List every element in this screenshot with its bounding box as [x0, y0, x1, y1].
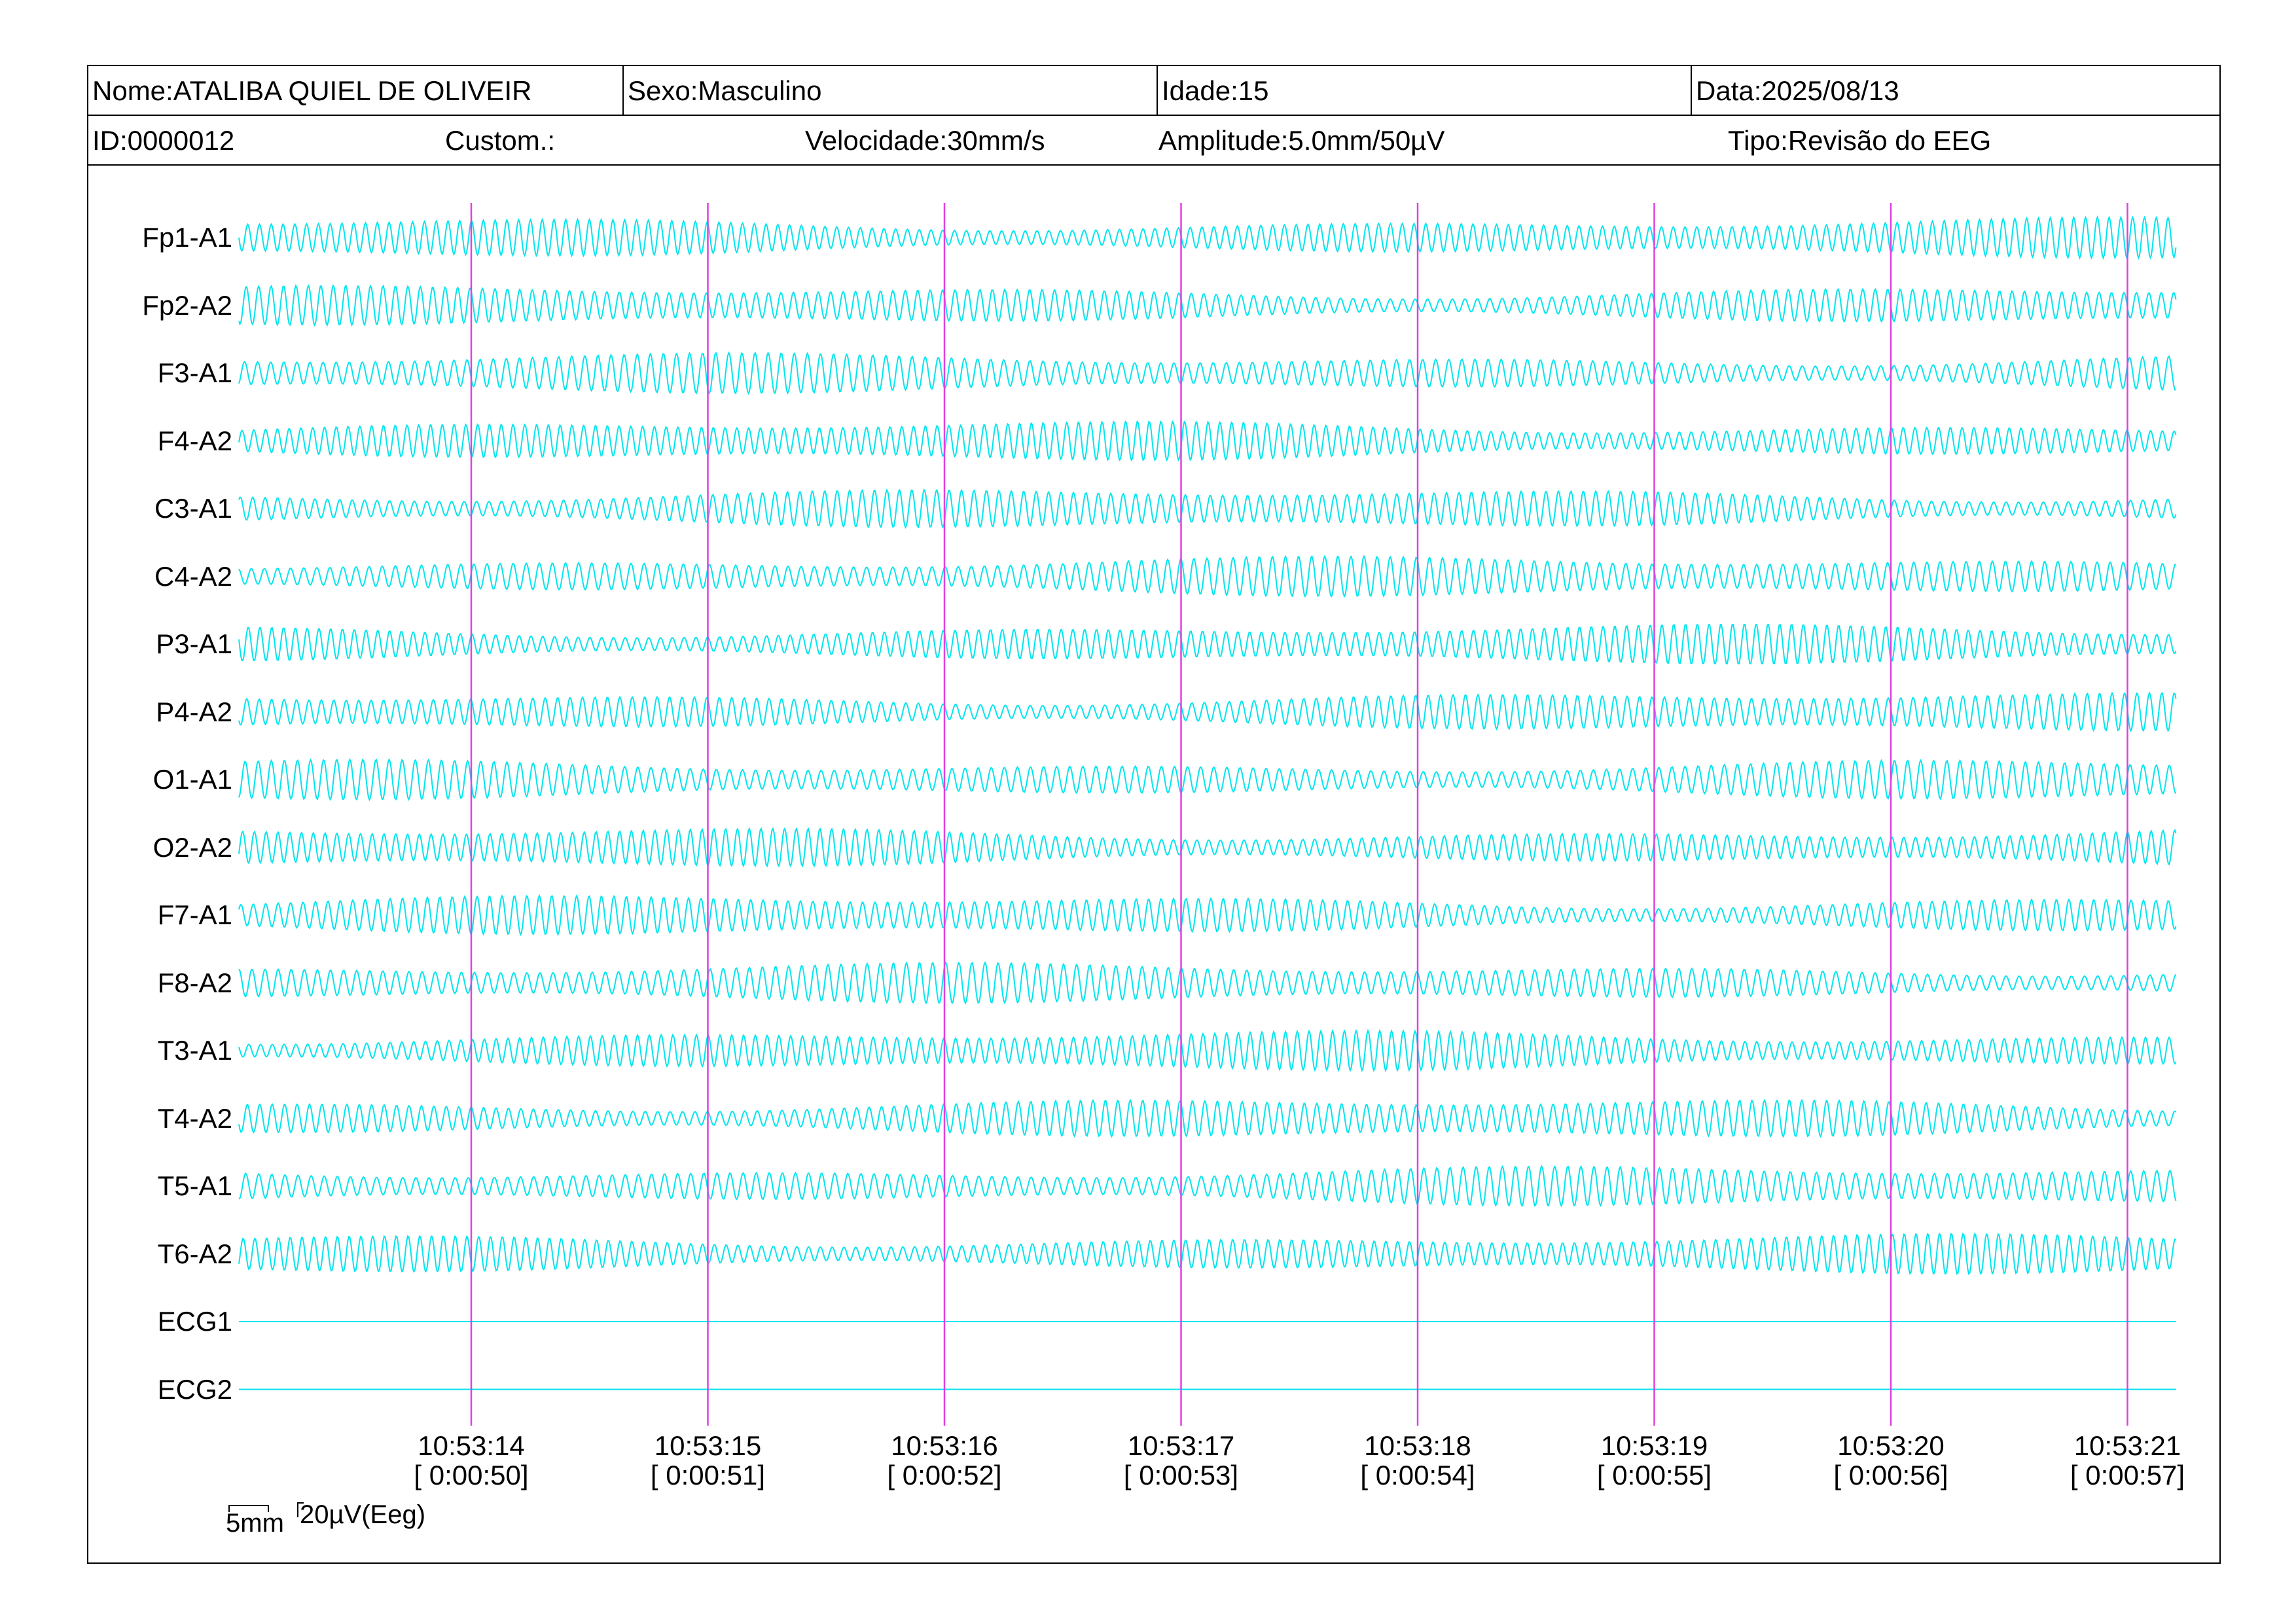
channel-trace — [238, 1233, 2177, 1275]
channel-label: T6-A2 — [157, 1238, 232, 1269]
channel-label: Fp2-A2 — [142, 289, 232, 321]
channel-label: O2-A2 — [152, 831, 232, 863]
marker-elapsed: [ 0:00:56] — [1833, 1460, 1948, 1490]
channel-trace — [238, 488, 2177, 529]
channel-label: ECG1 — [157, 1306, 232, 1337]
channel-label: F3-A1 — [157, 357, 232, 388]
channel-trace — [238, 691, 2177, 732]
channel-label: P3-A1 — [156, 628, 232, 659]
amplitude-scale-bar: 20µV(Eeg) — [300, 1500, 425, 1530]
channel-label: F8-A2 — [157, 967, 232, 998]
channel-label: O1-A1 — [152, 764, 232, 795]
channel-label: P4-A2 — [156, 696, 232, 727]
channel-label: T4-A2 — [157, 1102, 232, 1134]
channel-trace — [238, 757, 2177, 802]
marker-time: 10:53:17 — [1127, 1430, 1235, 1461]
channel-label: ECG2 — [157, 1373, 232, 1405]
channel-trace — [238, 1098, 2177, 1138]
channel-label: T3-A1 — [157, 1035, 232, 1066]
channel-trace — [238, 893, 2177, 937]
channel-label: C4-A2 — [154, 560, 232, 592]
marker-elapsed: [ 0:00:55] — [1596, 1460, 1712, 1490]
marker-time: 10:53:21 — [2073, 1430, 2181, 1461]
marker-elapsed: [ 0:00:51] — [650, 1460, 766, 1490]
marker-time: 10:53:15 — [654, 1430, 762, 1461]
channel-label: F7-A1 — [157, 899, 232, 930]
marker-elapsed: [ 0:00:54] — [1360, 1460, 1475, 1490]
marker-elapsed: [ 0:00:52] — [887, 1460, 1002, 1490]
time-scale-bar: 5mm — [226, 1509, 284, 1538]
channel-label: C3-A1 — [154, 493, 232, 524]
marker-elapsed: [ 0:00:53] — [1123, 1460, 1239, 1490]
marker-time: 10:53:18 — [1364, 1430, 1471, 1461]
eeg-waveforms — [228, 203, 2177, 1517]
channel-label: Fp1-A1 — [142, 222, 232, 253]
channel-trace — [238, 1028, 2177, 1073]
channel-trace — [238, 215, 2177, 260]
channel-trace — [238, 283, 2177, 327]
marker-elapsed: [ 0:00:50] — [414, 1460, 529, 1490]
channel-label: T5-A1 — [157, 1170, 232, 1201]
time-scale-label: 5mm — [226, 1509, 284, 1538]
channel-trace — [238, 1164, 2177, 1208]
marker-time: 10:53:19 — [1600, 1430, 1708, 1461]
channel-trace — [238, 351, 2176, 395]
marker-time: 10:53:16 — [891, 1430, 998, 1461]
channel-trace — [238, 420, 2177, 462]
channel-label: F4-A2 — [157, 425, 232, 456]
marker-time: 10:53:14 — [418, 1430, 525, 1461]
amplitude-scale-label: 20µV(Eeg) — [300, 1500, 426, 1529]
channel-trace — [238, 827, 2177, 868]
channel-trace — [238, 623, 2177, 665]
marker-elapsed: [ 0:00:57] — [2070, 1460, 2185, 1490]
marker-time: 10:53:20 — [1837, 1430, 1945, 1461]
channel-trace — [238, 961, 2177, 1005]
channel-trace — [238, 554, 2177, 598]
